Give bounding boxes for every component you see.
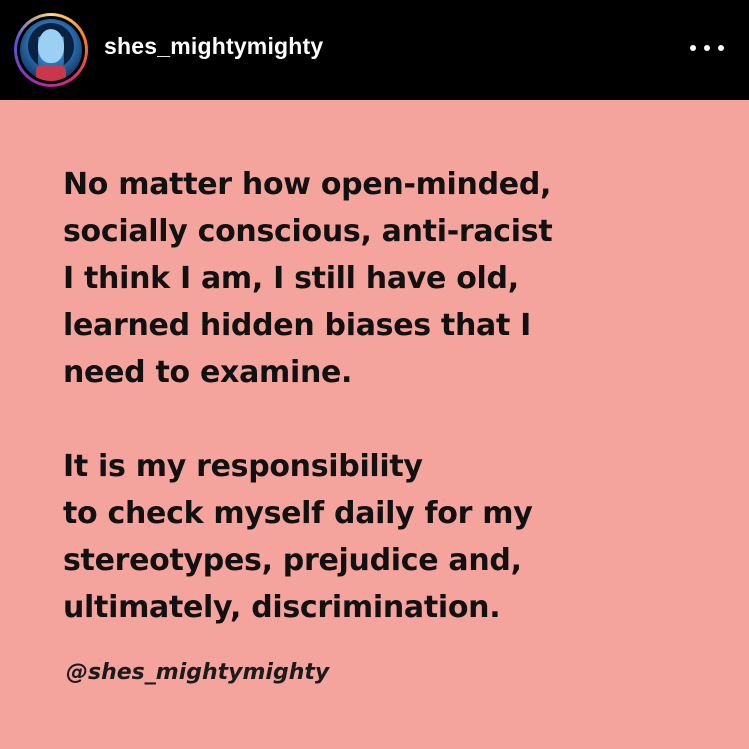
avatar-border: [17, 16, 85, 84]
quote-line: No matter how open-minded,: [63, 167, 552, 202]
author-handle: @shes_mightymighty: [66, 660, 330, 685]
post-image[interactable]: No matter how open-minded, socially cons…: [0, 100, 749, 749]
dot: [704, 45, 710, 51]
quote-line: stereotypes, prejudice and,: [63, 543, 522, 578]
quote-line: socially conscious, anti-racist: [63, 214, 553, 249]
avatar[interactable]: [20, 19, 82, 81]
quote-line: need to examine.: [63, 355, 353, 390]
quote-text: No matter how open-minded, socially cons…: [63, 161, 703, 631]
quote-line: ultimately, discrimination.: [63, 590, 501, 625]
post-header: shes_mightymighty: [0, 0, 749, 100]
quote-line: to check myself daily for my: [63, 496, 533, 531]
quote-line: I think I am, I still have old,: [63, 261, 519, 296]
quote-line: learned hidden biases that I: [63, 308, 532, 343]
avatar-shirt: [36, 65, 66, 81]
dot: [690, 45, 696, 51]
story-ring[interactable]: [14, 13, 88, 87]
dot: [718, 45, 724, 51]
more-options-icon[interactable]: [690, 36, 724, 60]
username-link[interactable]: shes_mightymighty: [104, 33, 323, 60]
avatar-face: [38, 29, 64, 63]
quote-line: It is my responsibility: [63, 449, 423, 484]
